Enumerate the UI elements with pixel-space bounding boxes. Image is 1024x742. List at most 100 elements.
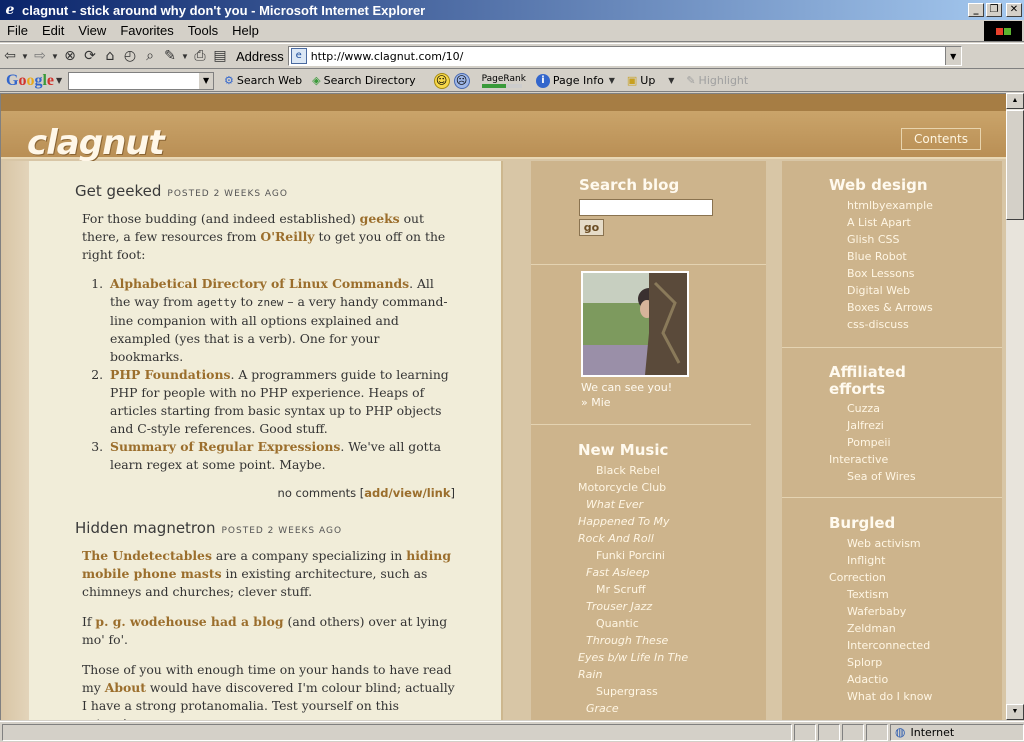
menu-view[interactable]: View [71, 23, 113, 38]
music-list-item[interactable]: Happened To My [578, 513, 708, 530]
music-list-item[interactable]: Quantic [578, 615, 708, 632]
burgled-link[interactable]: Waferbaby [829, 603, 932, 620]
web-design-link[interactable]: Box Lessons [829, 265, 933, 282]
scroll-thumb[interactable] [1006, 110, 1024, 220]
music-list-item[interactable]: Mr Scruff [578, 581, 708, 598]
search-go-button[interactable]: go [579, 219, 604, 236]
web-design-link[interactable]: A List Apart [829, 214, 933, 231]
photo-link[interactable]: » Mie [581, 396, 689, 409]
music-list-item[interactable]: Funki Porcini [578, 547, 708, 564]
tools-icon[interactable]: ✎ [160, 46, 180, 66]
menu-file[interactable]: File [0, 23, 35, 38]
print-icon[interactable]: ⎙ [190, 46, 210, 66]
music-list-item[interactable]: What Ever [578, 496, 708, 513]
vote-happy-button[interactable]: ☺ [433, 72, 450, 89]
burgled-link[interactable]: Adactio [829, 671, 932, 688]
site-logo[interactable]: clagnut [27, 123, 165, 163]
web-design-link[interactable]: Glish CSS [829, 231, 933, 248]
forward-icon[interactable]: ⇨ [30, 46, 50, 66]
peeking-person-photo[interactable] [581, 271, 689, 377]
affiliated-link[interactable]: Sea of Wires [829, 468, 916, 485]
music-list-item[interactable]: Eyes b/w Life In The [578, 649, 708, 666]
post-title[interactable]: Hidden magnetron [75, 519, 215, 537]
minimize-button[interactable]: _ [968, 3, 984, 17]
music-list-item[interactable]: Motorcycle Club [578, 479, 708, 496]
music-list-item[interactable]: Rain [578, 666, 708, 683]
pagerank-indicator[interactable]: PageRank [481, 74, 526, 88]
up-button[interactable]: ▣ Up ▼ [627, 74, 676, 87]
forward-dropdown-icon[interactable]: ▼ [50, 52, 60, 61]
affiliated-link[interactable]: Interactive [829, 451, 916, 468]
oreilly-link[interactable]: O'Reilly [260, 229, 314, 244]
regex-summary-link[interactable]: Summary of Regular Expressions [110, 439, 340, 454]
music-list-item[interactable]: Trouser Jazz [578, 598, 708, 615]
address-url[interactable]: http://www.clagnut.com/10/ [311, 50, 945, 63]
music-list-item[interactable]: Grace [578, 700, 708, 717]
music-list-item[interactable]: Supergrass [578, 683, 708, 700]
burgled-link[interactable]: Textism [829, 586, 932, 603]
page-icon: e [290, 48, 307, 64]
pagerank-bar [481, 83, 522, 88]
scroll-down-button[interactable]: ▼ [1006, 704, 1024, 720]
burgled-link[interactable]: Correction [829, 569, 932, 586]
burgled-link[interactable]: Splorp [829, 654, 932, 671]
linux-commands-link[interactable]: Alphabetical Directory of Linux Commands [110, 276, 409, 291]
menu-help[interactable]: Help [225, 23, 266, 38]
search-directory-button[interactable]: ◈ Search Directory [312, 74, 415, 87]
vote-sad-button[interactable]: ☹ [453, 72, 470, 89]
music-list-item[interactable]: Through These [578, 632, 708, 649]
post-title[interactable]: Get geeked [75, 182, 161, 200]
google-logo[interactable]: Google [6, 72, 54, 90]
wodehouse-blog-link[interactable]: p. g. wodehouse had a blog [95, 614, 283, 629]
google-search-input[interactable]: ▼ [68, 71, 215, 90]
menu-tools[interactable]: Tools [181, 23, 225, 38]
highlight-button[interactable]: ✎ Highlight [686, 74, 748, 87]
music-list-item[interactable]: Rock And Roll [578, 530, 708, 547]
music-list-item[interactable]: Black Rebel [578, 462, 708, 479]
web-design-heading: Web design [829, 176, 928, 194]
burgled-link[interactable]: Inflight [829, 552, 932, 569]
google-dropdown-icon[interactable]: ▼ [54, 76, 64, 85]
sad-face-icon: ☹ [453, 72, 470, 89]
address-dropdown-icon[interactable]: ▼ [944, 47, 961, 65]
web-design-link[interactable]: Boxes & Arrows [829, 299, 933, 316]
home-icon[interactable]: ⌂ [100, 46, 120, 66]
web-design-link[interactable]: css-discuss [829, 316, 933, 333]
address-bar[interactable]: e http://www.clagnut.com/10/ ▼ [287, 46, 962, 66]
google-search-dropdown-icon[interactable]: ▼ [199, 72, 214, 89]
web-design-link[interactable]: Blue Robot [829, 248, 933, 265]
close-button[interactable]: ✕ [1006, 3, 1022, 17]
back-dropdown-icon[interactable]: ▼ [20, 52, 30, 61]
web-design-link[interactable]: htmlbyexample [829, 197, 933, 214]
vertical-scrollbar[interactable]: ▲ ▼ [1006, 93, 1024, 720]
burgled-link[interactable]: Zeldman [829, 620, 932, 637]
affiliated-link[interactable]: Cuzza [829, 400, 916, 417]
burgled-link[interactable]: Interconnected [829, 637, 932, 654]
scroll-up-button[interactable]: ▲ [1006, 93, 1024, 109]
php-foundations-link[interactable]: PHP Foundations [110, 367, 230, 382]
burgled-link[interactable]: Web activism [829, 535, 932, 552]
tools-dropdown-icon[interactable]: ▼ [180, 52, 190, 61]
music-list-item[interactable]: Fast Asleep [578, 564, 708, 581]
affiliated-link[interactable]: Jalfrezi [829, 417, 916, 434]
contents-button[interactable]: Contents [901, 128, 981, 150]
page-info-button[interactable]: i Page Info ▼ [535, 73, 617, 88]
comments-link[interactable]: add/view/link [364, 486, 450, 500]
history-icon[interactable]: ◴ [120, 46, 140, 66]
affiliated-link[interactable]: Pompeii [829, 434, 916, 451]
refresh-icon[interactable]: ⟳ [80, 46, 100, 66]
search-icon[interactable]: ⌕ [140, 46, 160, 66]
print-preview-icon[interactable]: ▤ [210, 46, 230, 66]
undetectables-link[interactable]: The Undetectables [82, 548, 212, 563]
stop-icon[interactable]: ⊗ [60, 46, 80, 66]
menu-favorites[interactable]: Favorites [113, 23, 180, 38]
back-icon[interactable]: ⇦ [0, 46, 20, 66]
about-link[interactable]: About [105, 680, 146, 695]
restore-button[interactable]: ❐ [986, 3, 1002, 17]
burgled-link[interactable]: What do I know [829, 688, 932, 705]
menu-edit[interactable]: Edit [35, 23, 71, 38]
geeks-link[interactable]: geeks [360, 211, 400, 226]
search-web-button[interactable]: ⚙ Search Web [224, 74, 302, 87]
web-design-link[interactable]: Digital Web [829, 282, 933, 299]
blog-search-input[interactable] [579, 199, 713, 216]
